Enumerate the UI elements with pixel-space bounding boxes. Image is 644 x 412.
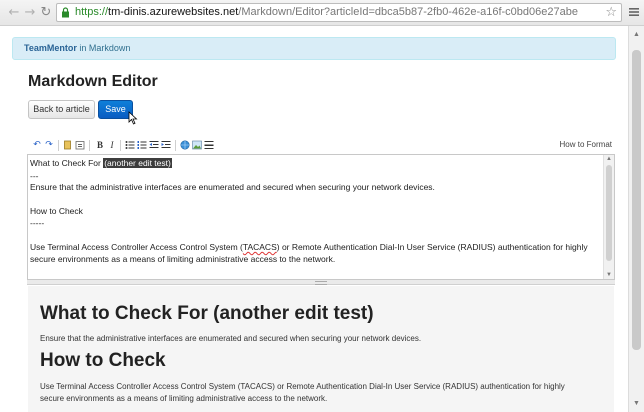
toolbar-separator [120, 140, 121, 151]
scroll-down-arrow-icon[interactable]: ▼ [632, 399, 641, 408]
link-globe-icon[interactable] [180, 140, 190, 150]
editor-text: What to Check For [30, 158, 104, 168]
editor-scrollbar[interactable]: ▲ ▼ [603, 155, 614, 279]
paste-icon[interactable] [75, 140, 85, 150]
how-to-format-link[interactable]: How to Format [560, 140, 612, 149]
mouse-pointer-icon [128, 111, 138, 125]
teammentor-link[interactable]: TeamMentor [24, 43, 77, 53]
indent-icon[interactable] [161, 140, 171, 150]
redo-icon[interactable]: ↷ [44, 140, 54, 150]
bold-icon[interactable]: B [95, 140, 105, 150]
banner-section: in Markdown [76, 43, 131, 53]
grip-icon [315, 281, 327, 285]
undo-icon[interactable]: ↶ [32, 140, 42, 150]
scrollbar-thumb[interactable] [632, 50, 641, 350]
misspelled-word: TACACS [242, 242, 277, 252]
toolbar-separator [175, 140, 176, 151]
menu-icon[interactable] [628, 6, 640, 18]
scroll-down-arrow-icon[interactable]: ▼ [605, 272, 613, 278]
bookmark-star-icon[interactable]: ☆ [605, 4, 617, 21]
scroll-up-arrow-icon[interactable]: ▲ [632, 30, 641, 39]
address-bar[interactable]: https://tm-dinis.azurewebsites.net/Markd… [56, 3, 622, 22]
editor-line: ----- [30, 218, 45, 228]
preview-heading-2: How to Check [40, 350, 166, 371]
url-scheme: https:// [75, 6, 109, 18]
editor-line: How to Check [30, 206, 83, 216]
editor-scrollbar-thumb[interactable] [606, 165, 612, 261]
editor-line: --- [30, 171, 39, 181]
url-path: /Markdown/Editor?articleId=dbca5b87-2fb0… [238, 6, 578, 18]
preview-paragraph: Ensure that the administrative interface… [40, 334, 422, 343]
markdown-textarea[interactable]: What to Check For (another edit test) --… [27, 154, 615, 280]
image-icon[interactable] [192, 140, 202, 150]
italic-icon[interactable]: I [107, 140, 117, 150]
page-scrollbar[interactable]: ▲ ▼ [628, 26, 644, 412]
numbered-list-icon[interactable] [137, 140, 147, 150]
url-host: tm-dinis.azurewebsites.net [108, 6, 239, 18]
breadcrumb-banner: TeamMentor in Markdown [12, 37, 616, 60]
selected-text: (another edit test) [103, 158, 172, 168]
preview-paragraph: Use Terminal Access Controller Access Co… [40, 382, 565, 391]
copy-icon[interactable] [63, 140, 73, 150]
editor-line: Use Terminal Access Controller Access Co… [30, 242, 588, 252]
editor-text: ) or Remote Authentication Dial-In User … [276, 242, 588, 252]
forward-arrow-icon[interactable]: → [22, 5, 38, 21]
lock-icon [62, 7, 69, 18]
bullet-list-icon[interactable] [125, 140, 135, 150]
toolbar-separator [89, 140, 90, 151]
page-title: Markdown Editor [28, 73, 158, 90]
reload-icon[interactable]: ↻ [38, 5, 54, 21]
editor-line: secure environments as a means of limiti… [30, 254, 336, 264]
toolbar-separator [58, 140, 59, 151]
back-arrow-icon[interactable]: ← [6, 5, 22, 21]
editor-text: Use Terminal Access Controller Access Co… [30, 242, 243, 252]
editor-line: What to Check For (another edit test) [30, 158, 172, 168]
preview-heading-1: What to Check For (another edit test) [40, 303, 374, 324]
browser-toolbar: ← → ↻ https://tm-dinis.azurewebsites.net… [0, 0, 644, 26]
editor-toolbar: ↶ ↷ B I How to Format [28, 139, 614, 153]
url-text: https://tm-dinis.azurewebsites.net/Markd… [75, 4, 578, 21]
back-to-article-button[interactable]: Back to article [28, 100, 95, 119]
preview-paragraph: secure environments as a means of limiti… [40, 394, 328, 403]
outdent-icon[interactable] [149, 140, 159, 150]
markdown-preview: What to Check For (another edit test) En… [28, 286, 614, 412]
scroll-up-arrow-icon[interactable]: ▲ [605, 156, 613, 162]
editor-line: Ensure that the administrative interface… [30, 182, 435, 192]
horizontal-rule-icon[interactable] [204, 140, 214, 150]
editor-resize-handle[interactable] [27, 280, 615, 285]
